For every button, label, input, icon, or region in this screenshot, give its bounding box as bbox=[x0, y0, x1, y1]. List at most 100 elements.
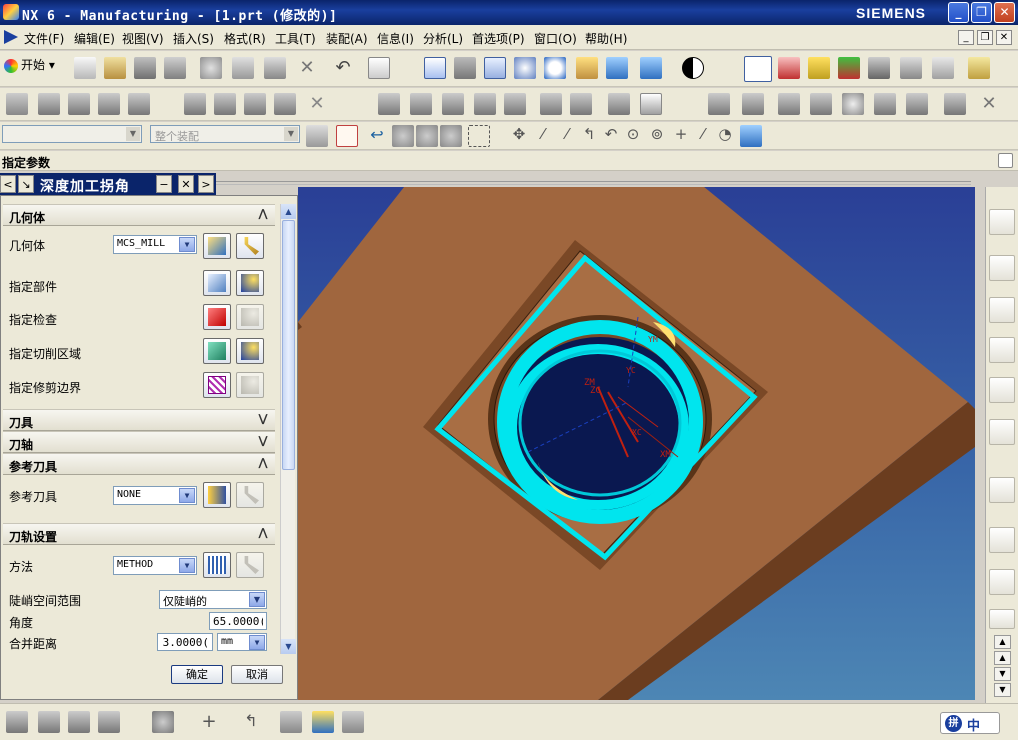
dialog-scroll-area[interactable]: 几何体 ⋀ 几何体 MCS_MILL ▼ 指定部件 指定检查 指定切削区域 指定… bbox=[1, 204, 279, 654]
create-geometry-icon[interactable] bbox=[68, 93, 90, 115]
paste-icon[interactable] bbox=[264, 57, 286, 79]
copy-object-icon[interactable] bbox=[244, 93, 266, 115]
scroll-down-icon[interactable]: ▼ bbox=[994, 683, 1011, 697]
shop-doc-icon[interactable] bbox=[932, 57, 954, 79]
csys-icon[interactable] bbox=[312, 711, 334, 733]
line-snap-icon[interactable]: ⁄ bbox=[532, 125, 554, 147]
list-path-icon[interactable] bbox=[442, 93, 464, 115]
start-button[interactable]: 开始 ▾ bbox=[4, 56, 55, 73]
generate-icon[interactable] bbox=[378, 93, 400, 115]
point-icon[interactable]: + bbox=[198, 711, 220, 733]
assembly-filter-icon[interactable] bbox=[306, 125, 328, 147]
menu-edit[interactable]: 编辑(E) bbox=[74, 30, 115, 47]
mill-op-icon[interactable] bbox=[708, 93, 730, 115]
scroll-down-icon[interactable]: ▼ bbox=[281, 639, 296, 654]
report-icon[interactable] bbox=[640, 93, 662, 115]
merge-distance-input[interactable] bbox=[157, 633, 213, 651]
menu-help[interactable]: 帮助(H) bbox=[585, 30, 627, 47]
snap-point-icon[interactable] bbox=[336, 125, 358, 147]
machine-tool-view-icon[interactable] bbox=[38, 711, 60, 733]
selection-scope-dropdown[interactable]: 整个装配 ▼ bbox=[150, 125, 300, 143]
surface-snap-icon[interactable]: ◔ bbox=[714, 125, 736, 147]
chevron-down-icon[interactable]: ⋁ bbox=[255, 434, 271, 450]
probe-op-icon[interactable] bbox=[842, 93, 864, 115]
select-check-button[interactable] bbox=[203, 304, 231, 330]
simulate-icon[interactable] bbox=[504, 93, 526, 115]
edit-object-icon[interactable] bbox=[184, 93, 206, 115]
dialog-close-button[interactable]: ✕ bbox=[178, 175, 194, 193]
output-cls-icon[interactable] bbox=[570, 93, 592, 115]
status-toggle-icon[interactable] bbox=[998, 153, 1013, 168]
machine-tool-navigator-icon[interactable] bbox=[989, 377, 1015, 403]
doc-close-button[interactable]: ✕ bbox=[996, 30, 1012, 45]
dialog-pin-icon[interactable]: ↘ bbox=[18, 175, 34, 193]
dialog-collapse-button[interactable]: − bbox=[156, 175, 172, 193]
create-method-icon[interactable] bbox=[98, 93, 120, 115]
history-icon[interactable] bbox=[989, 527, 1015, 553]
center-snap-icon[interactable]: ⊙ bbox=[622, 125, 644, 147]
menu-window[interactable]: 窗口(O) bbox=[534, 30, 577, 47]
view-orient-icon[interactable] bbox=[606, 57, 628, 79]
intersection-snap-icon[interactable]: + bbox=[670, 125, 692, 147]
scroll-up-icon[interactable]: ▲ bbox=[281, 204, 296, 219]
clear-icon[interactable]: ✕ bbox=[978, 93, 1000, 115]
next-dialog-button[interactable]: > bbox=[198, 175, 214, 193]
post-icon[interactable] bbox=[540, 93, 562, 115]
select-trim-button[interactable] bbox=[203, 372, 231, 398]
curve-icon[interactable]: ↰ bbox=[240, 711, 262, 733]
chevron-up-icon[interactable]: ⋀ bbox=[255, 456, 271, 472]
cut-object-icon[interactable] bbox=[214, 93, 236, 115]
new-geometry-button[interactable] bbox=[203, 233, 231, 259]
scroll-down-icon[interactable]: ▼ bbox=[994, 667, 1011, 681]
menu-insert[interactable]: 插入(S) bbox=[173, 30, 214, 47]
reference-tool-select[interactable]: NONE ▼ bbox=[113, 486, 197, 505]
web-browser-icon[interactable] bbox=[989, 477, 1015, 503]
menu-view[interactable]: 视图(V) bbox=[122, 30, 164, 47]
new-tool-button[interactable] bbox=[203, 482, 231, 508]
merge-unit-select[interactable]: mm ▼ bbox=[217, 633, 267, 651]
system-materials-icon[interactable] bbox=[989, 569, 1015, 595]
paste-object-icon[interactable] bbox=[274, 93, 296, 115]
endpoint-snap-icon[interactable]: ✥ bbox=[508, 125, 530, 147]
scroll-up-icon[interactable]: ▲ bbox=[994, 635, 1011, 649]
copy-icon[interactable] bbox=[232, 57, 254, 79]
replay-icon[interactable] bbox=[410, 93, 432, 115]
new-method-button[interactable] bbox=[203, 552, 231, 578]
method-select[interactable]: METHOD ▼ bbox=[113, 556, 197, 575]
body-filter-icon[interactable] bbox=[416, 125, 438, 147]
reuse-library-icon[interactable] bbox=[989, 337, 1015, 363]
wcs-icon[interactable] bbox=[744, 56, 772, 82]
feature-icon[interactable] bbox=[608, 93, 630, 115]
menu-format[interactable]: 格式(R) bbox=[224, 30, 266, 47]
operation-navigator-icon[interactable] bbox=[989, 209, 1015, 235]
rectangle-select-icon[interactable] bbox=[468, 125, 490, 147]
chevron-up-icon[interactable]: ⋀ bbox=[255, 207, 271, 223]
scroll-up-icon[interactable]: ▲ bbox=[994, 651, 1011, 665]
menu-preferences[interactable]: 首选项(P) bbox=[472, 30, 525, 47]
edit-method-button[interactable] bbox=[236, 552, 264, 578]
ime-indicator[interactable]: 拼 中 bbox=[940, 712, 1000, 734]
section-path-settings[interactable]: 刀轨设置 ⋀ bbox=[3, 523, 275, 545]
magnify-icon[interactable] bbox=[514, 57, 536, 79]
steep-range-select[interactable]: 仅陡峭的 ▼ bbox=[159, 590, 267, 609]
minimize-button[interactable]: _ bbox=[948, 2, 969, 23]
select-cut-area-button[interactable] bbox=[203, 338, 231, 364]
zoom-window-icon[interactable] bbox=[454, 57, 476, 79]
chevron-down-icon[interactable]: ⋁ bbox=[255, 412, 271, 428]
nx-app-icon[interactable] bbox=[3, 4, 19, 20]
drill-op-icon[interactable] bbox=[810, 93, 832, 115]
menu-arrow-icon[interactable] bbox=[4, 30, 18, 44]
section-reference-tool[interactable]: 参考刀具 ⋀ bbox=[3, 453, 275, 475]
menu-assembly[interactable]: 装配(A) bbox=[326, 30, 368, 47]
face-op-icon[interactable] bbox=[874, 93, 896, 115]
display-check-button[interactable] bbox=[236, 304, 264, 330]
undo-icon[interactable]: ↶ bbox=[332, 57, 354, 79]
menu-file[interactable]: 文件(F) bbox=[24, 30, 64, 47]
delete-icon[interactable]: ✕ bbox=[296, 57, 318, 79]
angle-input[interactable] bbox=[209, 612, 267, 630]
cancel-button[interactable]: 取消 bbox=[231, 665, 283, 684]
dialog-scrollbar[interactable]: ▲ ▼ bbox=[280, 204, 296, 654]
section-tool[interactable]: 刀具 ⋁ bbox=[3, 409, 275, 431]
body-snap-icon[interactable] bbox=[740, 125, 762, 147]
ops-navigator-icon[interactable] bbox=[778, 57, 800, 79]
